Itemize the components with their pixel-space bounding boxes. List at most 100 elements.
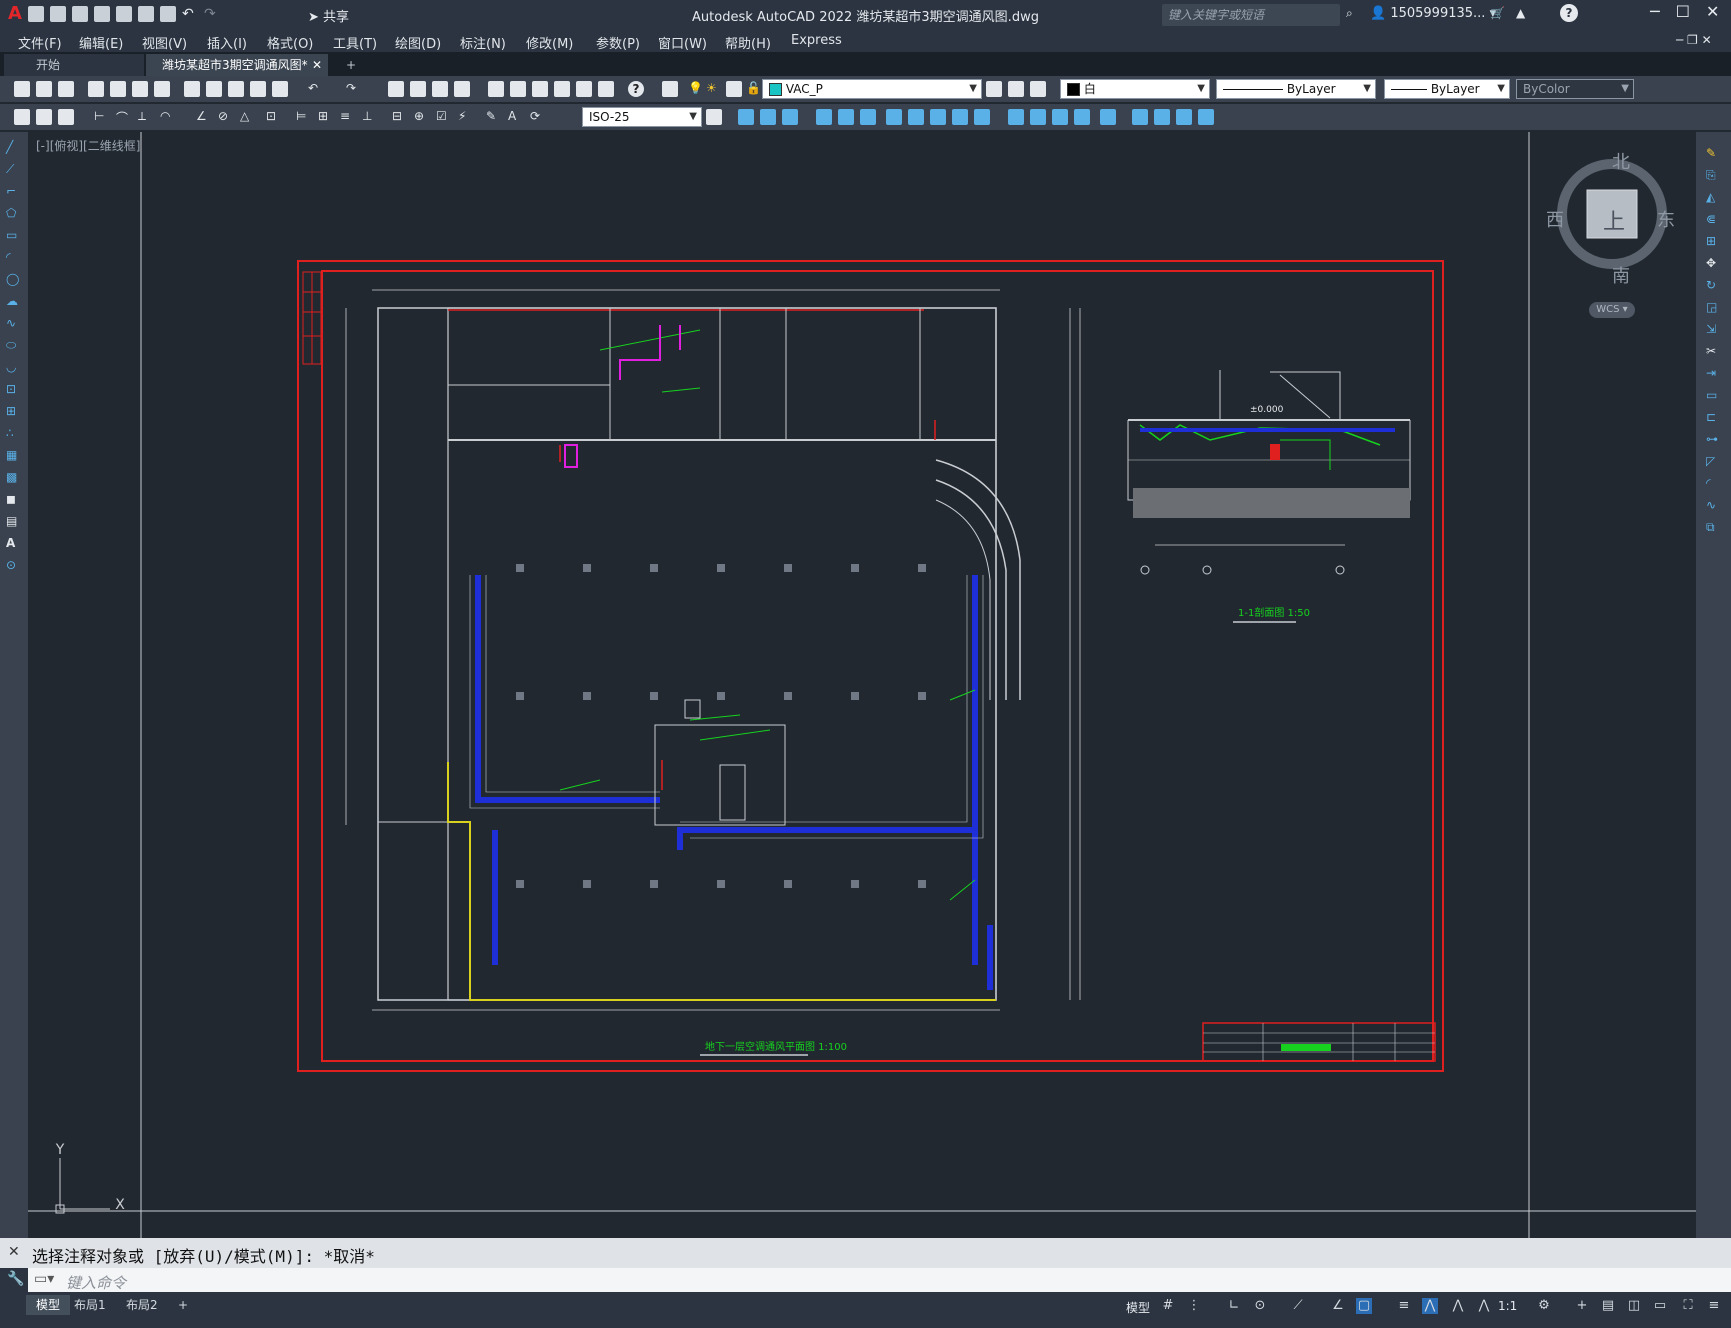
dim-space-icon[interactable]: ≡ — [340, 109, 356, 125]
new-icon[interactable] — [14, 81, 30, 97]
cut-icon[interactable] — [184, 81, 200, 97]
break-icon[interactable] — [1008, 109, 1024, 125]
arc-icon[interactable]: ◜ — [6, 250, 11, 264]
menu-file[interactable]: 文件(F) — [18, 33, 62, 52]
dim-break-icon[interactable]: ⊥ — [362, 109, 378, 125]
blend-icon[interactable]: ∿ — [1706, 498, 1716, 512]
add-layout-button[interactable]: + — [168, 1295, 198, 1315]
polygon-icon[interactable]: ⬠ — [6, 206, 16, 220]
zoom-realtime-icon[interactable] — [410, 81, 426, 97]
menu-help[interactable]: 帮助(H) — [725, 33, 771, 52]
send-back-icon[interactable] — [1176, 109, 1192, 125]
polyline-icon[interactable]: ⌐ — [6, 184, 16, 198]
model-space-button[interactable]: 模型 — [1126, 1299, 1150, 1316]
quick-dimension-icon[interactable]: ⊡ — [266, 109, 282, 125]
command-recent-icon[interactable]: ▭▾ — [34, 1271, 54, 1287]
search-input[interactable]: 键入关键字或短语 — [1162, 4, 1340, 26]
new-tab-button[interactable]: + — [336, 54, 366, 76]
scale-icon[interactable]: ◲ — [1706, 300, 1717, 314]
pan-icon[interactable] — [388, 81, 404, 97]
dim-angular-icon[interactable]: △ — [240, 109, 256, 125]
explode-icon[interactable] — [1100, 109, 1116, 125]
table-icon[interactable]: ▤ — [6, 514, 17, 528]
menu-dimension[interactable]: 标注(N) — [460, 33, 506, 52]
insert-block-icon[interactable]: ⊡ — [6, 382, 16, 396]
layout-tab-1[interactable]: 布局1 — [64, 1295, 116, 1315]
dimstyle-dropdown[interactable]: ISO-25 ▼ — [582, 107, 702, 127]
tab-start[interactable]: 开始 — [4, 54, 144, 76]
region-icon[interactable]: ◼ — [6, 492, 16, 506]
viewcube-north[interactable]: 北 — [1612, 148, 1630, 174]
workspace-gear-icon[interactable]: ⚙ — [1536, 1298, 1552, 1314]
layer-state-icon[interactable] — [1030, 81, 1046, 97]
lineweight-icon[interactable]: ≡ — [1396, 1298, 1412, 1314]
markup-icon[interactable] — [576, 81, 592, 97]
ellipse-icon[interactable]: ⬭ — [6, 338, 16, 353]
line-icon[interactable]: ╱ — [6, 140, 13, 154]
stretch-icon[interactable] — [930, 109, 946, 125]
dim-linear-icon[interactable] — [36, 109, 52, 125]
menu-tools[interactable]: 工具(T) — [333, 33, 377, 52]
layer-on-icon[interactable]: 💡 — [688, 81, 704, 97]
layer-previous-icon[interactable] — [1008, 81, 1024, 97]
match-prop-icon[interactable] — [250, 81, 266, 97]
make-current-icon[interactable] — [986, 81, 1002, 97]
clean-screen-icon[interactable]: ⛶ — [1680, 1298, 1696, 1314]
lineweight-dropdown[interactable]: ByLayer ▼ — [1384, 79, 1510, 99]
dim-diameter-icon[interactable]: ⊘ — [218, 109, 234, 125]
close-icon[interactable]: ✕ — [1706, 2, 1719, 21]
menu-format[interactable]: 格式(O) — [267, 33, 313, 52]
draw-order-icon[interactable] — [1132, 109, 1148, 125]
dim-text-edit-icon[interactable]: A — [508, 109, 524, 125]
array-icon[interactable]: ⊞ — [1706, 234, 1716, 248]
polar-icon[interactable]: ⊙ — [1252, 1298, 1268, 1314]
maximize-icon[interactable]: ☐ — [1676, 2, 1690, 21]
viewcube-east[interactable]: 东 — [1657, 206, 1675, 232]
zoom-previous-icon[interactable] — [454, 81, 470, 97]
copy-object-icon[interactable] — [760, 109, 776, 125]
annotation-scale-icon[interactable]: ⋀ — [1476, 1298, 1492, 1314]
menu-window[interactable]: 窗口(W) — [658, 33, 707, 52]
menu-express[interactable]: Express — [791, 33, 842, 48]
doc-window-controls[interactable]: ─ ❐ ✕ — [1676, 33, 1712, 47]
viewcube-west[interactable]: 西 — [1546, 206, 1564, 232]
revcloud-icon[interactable]: ☁ — [6, 294, 18, 308]
publish-icon[interactable] — [132, 81, 148, 97]
join-icon[interactable]: ⊶ — [1706, 432, 1718, 446]
spline-icon[interactable]: ∿ — [6, 316, 16, 330]
wcs-menu-button[interactable]: WCS ▾ — [1589, 302, 1635, 318]
tool-palettes-icon[interactable] — [532, 81, 548, 97]
copy-icon[interactable]: ⎘ — [1706, 168, 1716, 183]
user-account[interactable]: 👤 1505999135... ▾ — [1370, 6, 1496, 21]
dim-continue-icon[interactable]: ⊞ — [318, 109, 334, 125]
rotate-icon[interactable]: ↻ — [1706, 278, 1716, 292]
rectangle-icon[interactable]: ▭ — [6, 228, 17, 242]
drawing-viewport[interactable]: 地下一层空调通风平面图 1:100 ±0.000 1-1剖面图 1:50 Y X… — [28, 132, 1696, 1238]
dim-edit-icon[interactable]: ✎ — [486, 109, 502, 125]
object-snap-icon[interactable]: ▢ — [1356, 1298, 1372, 1314]
redo-icon[interactable]: ↷ — [346, 81, 362, 97]
drawing-canvas[interactable]: 地下一层空调通风平面图 1:100 ±0.000 1-1剖面图 1:50 Y X — [28, 132, 1696, 1238]
design-center-icon[interactable] — [510, 81, 526, 97]
command-input[interactable]: ▭▾ 键入命令 — [28, 1268, 1731, 1292]
move-icon[interactable] — [860, 109, 876, 125]
add-selected-icon[interactable]: ⊙ — [6, 558, 16, 572]
rotate-icon[interactable] — [886, 109, 902, 125]
dim-radius-icon[interactable]: ◠ — [160, 109, 176, 125]
explode-icon[interactable]: ⧉ — [1706, 520, 1715, 535]
layer-properties-icon[interactable] — [662, 81, 678, 97]
menu-parametric[interactable]: 参数(P) — [596, 33, 640, 52]
trim-icon[interactable] — [952, 109, 968, 125]
menu-draw[interactable]: 绘图(D) — [395, 33, 441, 52]
dim-jogged-icon[interactable]: ∠ — [196, 109, 212, 125]
offset-icon[interactable]: ⋐ — [1706, 212, 1716, 226]
fillet-icon[interactable] — [1074, 109, 1090, 125]
dim-baseline-icon[interactable]: ⊨ — [296, 109, 312, 125]
dim-style-icon[interactable] — [706, 109, 722, 125]
trim-icon[interactable]: ✂ — [1706, 344, 1716, 358]
isolate-objects-icon[interactable]: ◫ — [1626, 1298, 1642, 1314]
hardware-acceleration-icon[interactable]: ▭ — [1652, 1298, 1668, 1314]
circle-icon[interactable]: ◯ — [6, 272, 19, 286]
tab-drawing[interactable]: 潍坊某超市3期空调通风图* ✕ — [146, 54, 328, 76]
search-icon[interactable]: ⌕ — [1346, 6, 1353, 21]
